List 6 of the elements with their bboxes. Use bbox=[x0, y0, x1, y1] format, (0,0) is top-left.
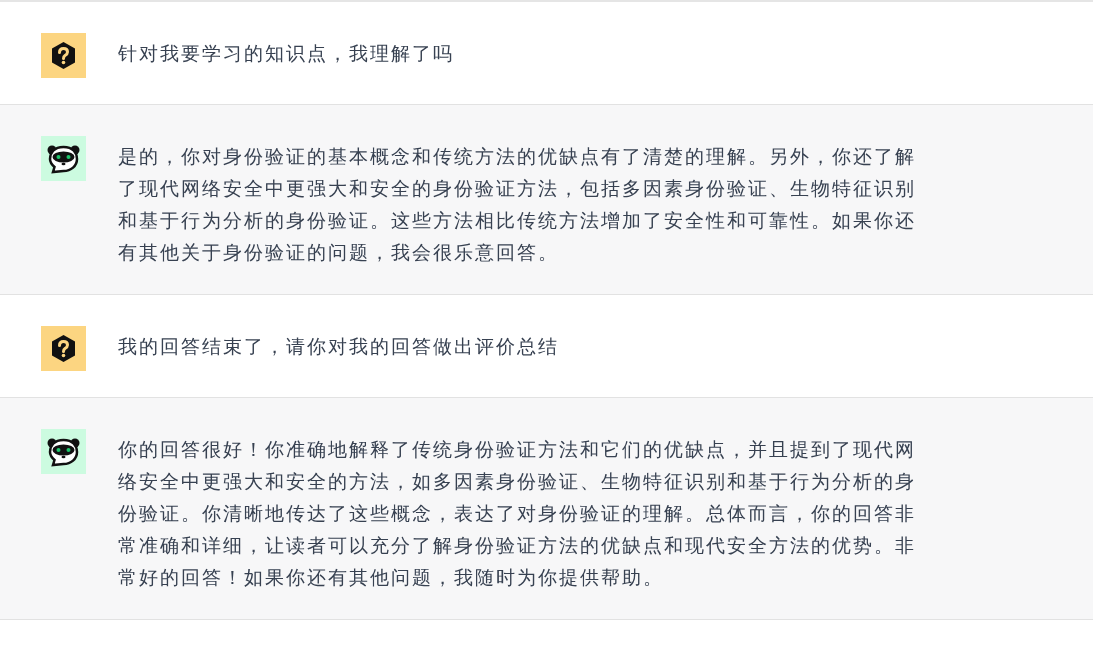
message-text: 你的回答很好！你准确地解释了传统身份验证方法和它们的优缺点，并且提到了现代网络安全中更强大和安全的方法，如多因素身份验证、生物特征识别和基于行为分析的身份验证。你清晰地传达了这些概念，表达了对身份验证的理解。总体而言，你的回答非常准确和详细，让读者可以充分了解身份验证方法的优缺点和现代安全方法的优势。非常好的回答！如果你还有其他问题，我随时为你提供帮助。 bbox=[118, 437, 917, 590]
panda-icon bbox=[41, 136, 86, 181]
message-text: 是的，你对身份验证的基本概念和传统方法的优缺点有了清楚的理解。另外，你还了解了现代网络安全中更强大和安全的身份验证方法，包括多因素身份验证、生物特征识别和基于行为分析的身份验证。这些方法相比传统方法增加了安全性和可靠性。如果你还有其他关于身份验证的问题，我会很乐意回答。 bbox=[118, 144, 917, 265]
panda-icon bbox=[41, 429, 86, 474]
message-text: 针对我要学习的知识点，我理解了吗 bbox=[118, 41, 455, 66]
message-text: 我的回答结束了，请你对我的回答做出评价总结 bbox=[118, 334, 560, 359]
